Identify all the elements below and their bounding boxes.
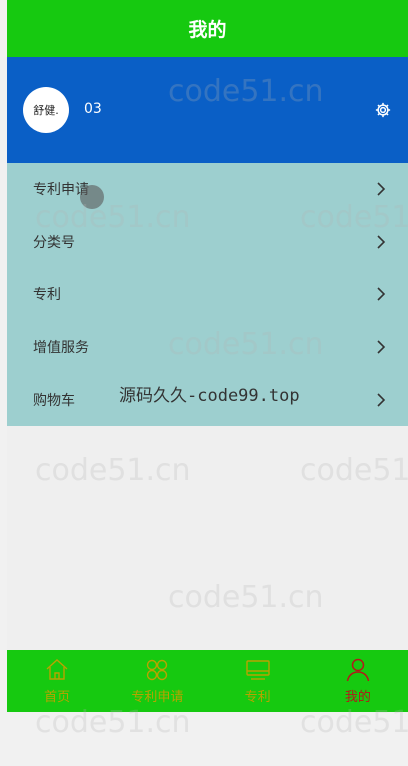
touch-indicator [80,185,104,209]
person-icon [346,658,370,682]
tab-label: 首页 [44,690,71,705]
watermark-overlay-text: 源码久久-code99.top [119,386,300,406]
menu-item-patent-apply[interactable]: 专利申请 [7,163,408,216]
page-title: 我的 [188,19,227,41]
username: 03 [84,101,102,117]
tab-patent-apply[interactable]: 专利申请 [107,650,207,712]
menu-item-classification[interactable]: 分类号 [7,216,408,269]
chevron-right-icon [377,235,386,249]
menu-item-label: 增值服务 [33,340,89,357]
tab-patent[interactable]: 专利 [208,650,308,712]
tab-label: 我的 [344,690,371,705]
tab-home[interactable]: 首页 [7,650,107,712]
menu-item-value-added[interactable]: 增值服务 [7,321,408,374]
tab-label: 专利申请 [131,690,184,705]
menu-item-label: 购物车 [33,392,75,409]
home-icon [46,659,68,680]
bottom-tab-bar: 首页 专利申请 专利 我的 [7,650,408,712]
tab-mine[interactable]: 我的 [308,650,408,712]
gear-icon[interactable] [374,101,392,119]
page-header: 我的 [7,0,408,57]
menu-item-patent[interactable]: 专利 [7,268,408,321]
apps-icon [147,659,168,681]
avatar[interactable]: 舒健. [23,87,69,133]
tab-label: 专利 [244,690,271,705]
chevron-right-icon [377,287,386,302]
avatar-text: 舒健. [33,104,59,117]
app-container: 我的 舒健. 03 专利申请 分类号 专利 增值服务 购物车 首页 专利申请 专… [7,0,408,712]
chevron-right-icon [377,340,386,354]
chevron-right-icon [377,182,386,196]
monitor-icon [245,660,270,680]
menu-item-label: 专利 [33,287,61,304]
chevron-right-icon [377,393,386,407]
profile-card[interactable]: 舒健. 03 [7,57,408,163]
menu-item-label: 分类号 [33,234,75,251]
